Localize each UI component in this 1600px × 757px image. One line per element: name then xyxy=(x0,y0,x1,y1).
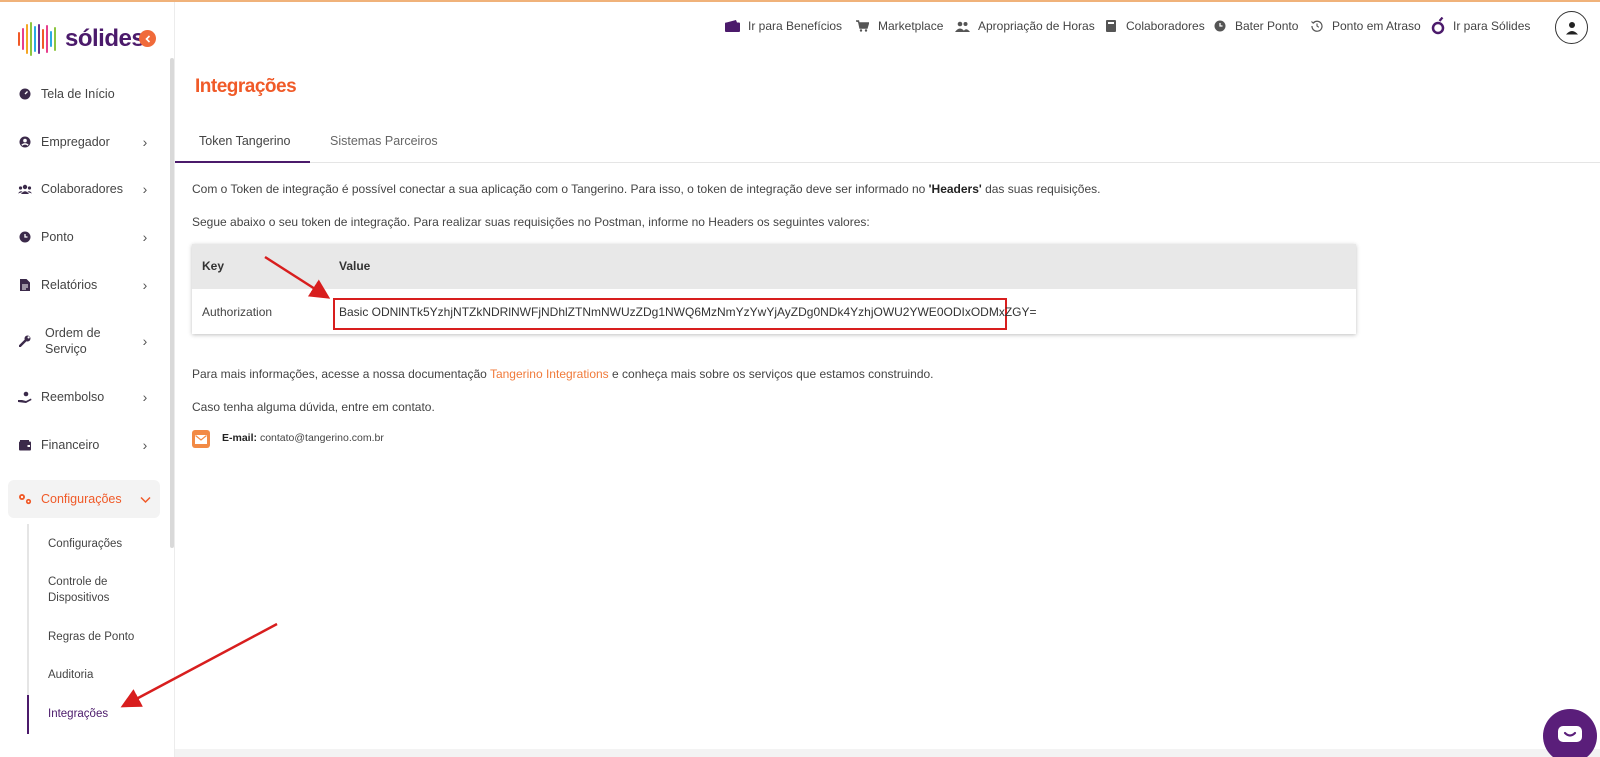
email-address[interactable]: contato@tangerino.com.br xyxy=(260,432,384,444)
sidebar-scrollbar[interactable] xyxy=(170,58,174,548)
column-header-value: Value xyxy=(339,259,371,273)
contact-text: Caso tenha alguma dúvida, entre em conta… xyxy=(192,400,435,414)
collapse-sidebar-button[interactable] xyxy=(139,30,156,47)
logo-bar xyxy=(26,24,28,54)
dashboard-icon xyxy=(18,87,32,101)
sidebar-item-relatorios[interactable]: Relatórios › xyxy=(8,275,160,295)
tab-token-tangerino[interactable]: Token Tangerino xyxy=(199,134,291,148)
topnav-bater-ponto[interactable]: Bater Ponto xyxy=(1212,17,1298,35)
sidebar-item-colaboradores[interactable]: Colaboradores › xyxy=(8,179,160,199)
chevron-right-icon: › xyxy=(142,333,148,349)
logo-bar xyxy=(54,27,56,51)
submenu-item-auditoria[interactable]: Auditoria xyxy=(48,667,93,683)
tab-sistemas-parceiros[interactable]: Sistemas Parceiros xyxy=(330,134,438,148)
more-info-text: Para mais informações, acesse a nossa do… xyxy=(192,367,934,381)
email-contact: E-mail: contato@tangerino.com.br xyxy=(222,432,384,444)
book-icon xyxy=(1103,19,1118,33)
chevron-right-icon: › xyxy=(142,229,148,245)
logo-bar xyxy=(50,31,52,47)
chevron-left-icon xyxy=(144,34,150,43)
chevron-right-icon: › xyxy=(142,437,148,453)
sidebar-item-ponto[interactable]: Ponto › xyxy=(8,227,160,247)
logo-bar xyxy=(22,28,24,50)
submenu-item-regras-de-ponto[interactable]: Regras de Ponto xyxy=(48,629,134,645)
document-icon xyxy=(18,278,32,292)
email-icon xyxy=(192,430,210,448)
cell-key-authorization: Authorization xyxy=(202,305,273,319)
submenu-item-controle-de-dispositivos[interactable]: Controle de Dispositivos xyxy=(48,574,128,606)
submenu-item-configuracoes[interactable]: Configurações xyxy=(48,536,122,552)
logo-bar xyxy=(34,26,36,52)
people-icon xyxy=(955,19,970,33)
chevron-right-icon: › xyxy=(142,181,148,197)
logo-text: sólides xyxy=(65,25,145,52)
sidebar: sólides Tela de Início Empregador › Cola… xyxy=(0,2,175,757)
cart-icon xyxy=(855,19,870,33)
top-accent-line xyxy=(0,0,1600,2)
submenu-item-integracoes[interactable]: Integrações xyxy=(48,706,108,722)
column-header-key: Key xyxy=(202,259,225,273)
solides-icon xyxy=(1430,17,1445,35)
tabs-divider xyxy=(175,162,1600,163)
logo-bar xyxy=(18,32,20,46)
sidebar-item-empregador[interactable]: Empregador › xyxy=(8,132,160,152)
logo-bar xyxy=(30,22,32,56)
history-icon xyxy=(1309,19,1324,33)
chevron-right-icon: › xyxy=(142,134,148,150)
gears-icon xyxy=(18,492,32,506)
sidebar-item-financeiro[interactable]: Financeiro › xyxy=(8,435,160,455)
user-icon xyxy=(1565,21,1578,34)
wrench-icon xyxy=(18,334,32,348)
users-icon xyxy=(18,182,32,196)
sidebar-item-configuracoes[interactable]: Configurações xyxy=(8,480,160,518)
tab-active-indicator xyxy=(175,161,310,163)
logo-bar xyxy=(38,24,40,54)
wallet-icon xyxy=(725,19,740,33)
topnav-apropriacao-de-horas[interactable]: Apropriação de Horas xyxy=(955,17,1095,35)
topnav-colaboradores[interactable]: Colaboradores xyxy=(1103,17,1205,35)
solides-logo[interactable]: sólides xyxy=(18,22,145,56)
chevron-right-icon: › xyxy=(142,389,148,405)
table-header-row: Key Value xyxy=(192,244,1356,289)
hand-coin-icon xyxy=(18,390,32,404)
logo-mark-icon xyxy=(18,22,56,56)
page-title: Integrações xyxy=(195,76,297,97)
sidebar-item-tela-de-inicio[interactable]: Tela de Início xyxy=(8,84,160,104)
wallet-icon xyxy=(18,438,32,452)
intro-text: Com o Token de integração é possível con… xyxy=(192,182,1101,196)
user-circle-icon xyxy=(18,135,32,149)
logo-bar xyxy=(46,25,48,53)
chat-bubble-icon xyxy=(1558,726,1582,742)
instructions-text: Segue abaixo o seu token de integração. … xyxy=(192,215,870,229)
bottom-scrollbar-track xyxy=(175,749,1600,757)
submenu-active-indicator xyxy=(27,695,29,734)
clock-icon xyxy=(1212,19,1227,33)
clock-icon xyxy=(18,230,32,244)
chevron-right-icon: › xyxy=(142,277,148,293)
sidebar-item-ordem-de-servico[interactable]: Ordem de Serviço › xyxy=(8,323,160,359)
chevron-down-icon xyxy=(138,491,152,507)
topnav-ir-para-solides[interactable]: Ir para Sólides xyxy=(1430,17,1530,35)
authorization-token-value[interactable]: Basic ODNlNTk5YzhjNTZkNDRlNWFjNDhlZTNmNW… xyxy=(339,305,1037,319)
user-avatar-button[interactable] xyxy=(1555,11,1588,44)
logo-bar xyxy=(42,29,44,49)
tangerino-integrations-link[interactable]: Tangerino Integrations xyxy=(490,367,609,381)
topnav-ponto-em-atraso[interactable]: Ponto em Atraso xyxy=(1309,17,1421,35)
topnav-ir-para-beneficios[interactable]: Ir para Benefícios xyxy=(725,17,842,35)
topnav-marketplace[interactable]: Marketplace xyxy=(855,17,943,35)
sidebar-item-reembolso[interactable]: Reembolso › xyxy=(8,387,160,407)
chat-button[interactable] xyxy=(1543,709,1597,757)
